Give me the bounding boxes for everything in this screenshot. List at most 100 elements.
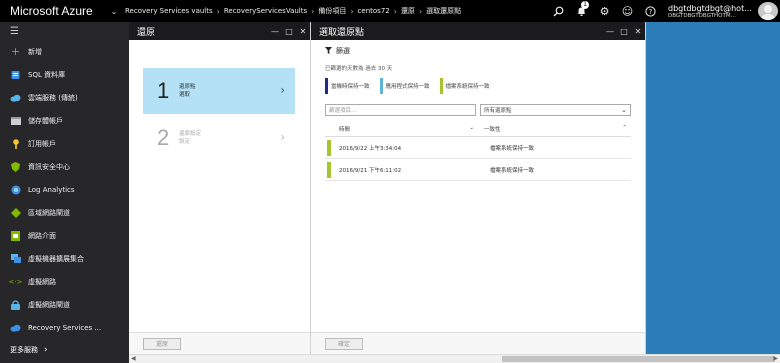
sidebar-item-recovery-services[interactable]: Recovery Services ... (0, 316, 129, 339)
step-title: 還原設定 (179, 131, 202, 137)
sidebar-item-label: 虛擬網路 (28, 277, 56, 286)
plus-icon: + (10, 45, 21, 58)
blade-header: 還原 — □ ✕ (129, 22, 310, 40)
vnet-gateway-icon (10, 299, 21, 310)
sidebar-item-label: 雲端服務 (傳統) (28, 93, 78, 102)
blade-footer: 還原 (129, 332, 310, 354)
sidebar-item-label: 儲存體帳戶 (28, 116, 63, 125)
sidebar: ☰ + 新增 SQL 資料庫 雲端服務 (傳統) 儲存體帳戶 訂用帳戶 資訊安全… (0, 22, 129, 363)
sidebar-item-label: Log Analytics (28, 185, 75, 194)
user-name: dbgtdbgtdbgt@hot... (668, 3, 752, 13)
more-services-label: 更多服務 (10, 346, 38, 354)
notification-bell-icon[interactable]: 1 (570, 0, 593, 22)
breadcrumb-item[interactable]: 選取還原點 (422, 6, 465, 16)
chevron-right-icon: › (280, 130, 285, 144)
sidebar-item-virtual-network[interactable]: <·> 虛擬網路 (0, 270, 129, 293)
sidebar-item-label: 資訊安全中心 (28, 162, 70, 171)
help-icon[interactable]: ? (639, 0, 662, 22)
chevron-right-icon: › (280, 83, 285, 97)
sidebar-item-label: 新增 (28, 47, 42, 56)
legend-item: 檔案系統保持一致 (439, 78, 490, 94)
dashboard-background (646, 22, 780, 354)
maximize-icon[interactable]: □ (617, 27, 631, 36)
maximize-icon[interactable]: □ (282, 27, 296, 36)
select-value: 所有還原點 (484, 108, 512, 114)
search-input[interactable]: 篩選項目... (325, 104, 476, 116)
brand-title[interactable]: Microsoft Azure (0, 4, 107, 18)
network-interface-icon (10, 230, 21, 241)
chevron-down-icon[interactable]: ⌄ (107, 7, 121, 16)
legend-color (439, 78, 443, 94)
log-analytics-icon (10, 185, 21, 195)
legend-label: 檔案系統保持一致 (445, 84, 490, 90)
breadcrumb: Recovery Services vaults › RecoveryServi… (121, 0, 547, 22)
step-number: 2 (157, 125, 170, 150)
sidebar-item-vm-scale-set[interactable]: 虛擬機器擴展集合 (0, 247, 129, 270)
more-services-link[interactable]: 更多服務 › (0, 342, 48, 358)
table-row[interactable]: 2016/9/21 下午6:11:02 檔案系統保持一致 (325, 159, 631, 181)
sidebar-item-log-analytics[interactable]: Log Analytics (0, 178, 129, 201)
close-icon[interactable]: ✕ (631, 27, 645, 36)
user-menu[interactable]: dbgtdbgtdbgt@hot... DBGTDBGTDBGTHOTM... (662, 0, 758, 22)
search-icon[interactable] (547, 0, 570, 22)
sidebar-item-label: SQL 資料庫 (28, 70, 66, 79)
step-restore-config[interactable]: 2 還原設定 設定 › (143, 115, 295, 161)
subscription-key-icon (10, 138, 21, 149)
sidebar-item-local-gateway[interactable]: 區域網路閘道 (0, 201, 129, 224)
column-label: 一致性 (484, 126, 501, 133)
step-restore-point[interactable]: 1 還原點 選取 › (143, 68, 295, 114)
close-icon[interactable]: ✕ (296, 27, 310, 36)
sidebar-item-sql-database[interactable]: SQL 資料庫 (0, 63, 129, 86)
scroll-right-arrow-icon[interactable]: ▶ (773, 355, 778, 363)
sidebar-item-security-center[interactable]: 資訊安全中心 (0, 155, 129, 178)
legend-color (325, 78, 328, 94)
table-header: 時間 ⌄ 一致性 ⌃ (325, 121, 631, 137)
scroll-left-arrow-icon[interactable]: ◀ (131, 355, 136, 363)
filter-button[interactable]: 篩選 (311, 40, 645, 56)
vm-scale-set-icon (10, 254, 21, 264)
security-center-icon (10, 161, 21, 172)
minimize-icon[interactable]: — (603, 27, 617, 36)
avatar[interactable] (758, 2, 778, 20)
row-time: 2016/9/21 下午6:11:02 (339, 167, 402, 174)
user-directory: DBGTDBGTDBGTHOTM... (668, 12, 736, 19)
sidebar-item-subscription[interactable]: 訂用帳戶 (0, 132, 129, 155)
sidebar-item-label: 網路介面 (28, 231, 56, 240)
legend-color (379, 78, 383, 94)
blade-title: 還原 (137, 27, 156, 38)
chevron-down-icon: ⌄ (621, 106, 627, 114)
minimize-icon[interactable]: — (268, 27, 282, 36)
column-header-time[interactable]: 時間 ⌄ (325, 125, 474, 133)
scrollbar-thumb[interactable] (502, 356, 775, 362)
gear-icon[interactable]: ⚙ (593, 0, 616, 22)
breadcrumb-item[interactable]: 備份項目 (314, 6, 350, 16)
breadcrumb-item[interactable]: Recovery Services vaults (121, 7, 217, 15)
restore-button[interactable]: 還原 (143, 337, 182, 350)
table-row[interactable]: 2016/9/22 上午3:34:04 檔案系統保持一致 (325, 137, 631, 159)
column-header-consistency[interactable]: 一致性 ⌃ (474, 125, 631, 133)
sidebar-item-vnet-gateway[interactable]: 虛擬網路閘道 (0, 293, 129, 316)
smiley-feedback-icon[interactable]: ☺ (616, 0, 639, 22)
filter-info-text: 已篩選的天數為 過去 30 天 (325, 66, 393, 72)
virtual-network-icon: <·> (8, 277, 23, 286)
hamburger-menu-icon[interactable]: ☰ (0, 22, 129, 40)
ok-button[interactable]: 確定 (325, 337, 364, 350)
legend-label: 應用程式保持一致 (385, 84, 430, 90)
breadcrumb-item[interactable]: RecoveryServicesVaults (220, 7, 311, 15)
legend-label: 當機時保持一致 (331, 84, 370, 90)
breadcrumb-item[interactable]: centos72 (354, 7, 394, 15)
column-label: 時間 (339, 126, 351, 133)
sidebar-item-cloud-service[interactable]: 雲端服務 (傳統) (0, 86, 129, 109)
storage-account-icon (10, 116, 21, 126)
sidebar-item-label: 虛擬網路閘道 (28, 300, 70, 309)
sidebar-item-storage-account[interactable]: 儲存體帳戶 (0, 109, 129, 132)
row-consistency: 檔案系統保持一致 (490, 145, 535, 152)
breadcrumb-item[interactable]: 還原 (397, 6, 419, 16)
legend-item: 應用程式保持一致 (379, 78, 430, 94)
sidebar-item-network-interface[interactable]: 網路介面 (0, 224, 129, 247)
step-number: 1 (157, 78, 170, 103)
horizontal-scrollbar[interactable]: ◀ ▶ (129, 354, 780, 363)
blade-title: 選取還原點 (319, 27, 365, 38)
restore-point-type-select[interactable]: 所有還原點 ⌄ (480, 104, 631, 116)
sidebar-item-new[interactable]: + 新增 (0, 40, 129, 63)
